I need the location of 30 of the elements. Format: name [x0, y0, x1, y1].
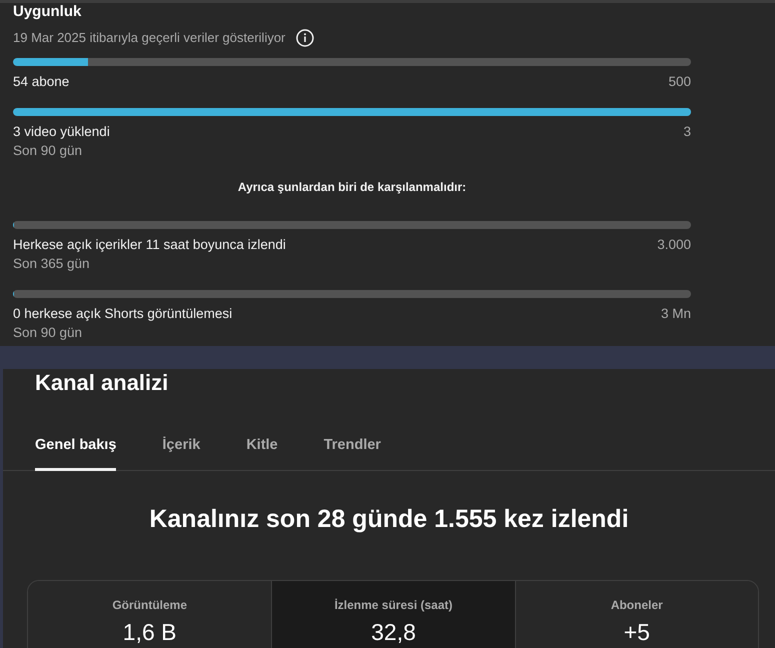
metric-value: 1,6 B	[122, 619, 177, 645]
requirement-label: Herkese açık içerikler 11 saat boyunca izlendi	[13, 236, 286, 254]
data-date-note: 19 Mar 2025 itibarıyla geçerli veriler gösteriliyor	[13, 29, 286, 47]
requirement-target: 3.000	[657, 236, 691, 254]
requirement-note: Ayrıca şunlardan biri de karşılanmalıdır:	[236, 179, 468, 195]
period-label: Son 90 gün	[13, 324, 84, 342]
requirement-target: 3	[683, 123, 691, 141]
period-label: Son 365 gün	[13, 255, 91, 273]
metric-tab[interactable]: İzlenme süresi (saat) 32,8	[271, 581, 515, 648]
tab[interactable]: İçerik	[162, 436, 200, 471]
page-title: Kanal analizi	[35, 370, 170, 396]
metric-value: +5	[624, 619, 650, 645]
metric-label: İzlenme süresi (saat)	[334, 597, 453, 613]
requirement-target: 500	[668, 73, 691, 91]
metric-value: 32,8	[371, 619, 416, 645]
period-label: Son 90 gün	[13, 142, 84, 160]
requirement-label: 0 herkese açık Shorts görüntülemesi	[13, 305, 232, 323]
requirement-label: 54 abone	[13, 73, 70, 91]
metric-tab[interactable]: Aboneler +5	[514, 581, 758, 648]
tab[interactable]: Kitle	[246, 436, 278, 471]
requirement-label: 3 video yüklendi	[13, 123, 110, 141]
headline: Kanalınız son 28 günde 1.555 kez izlendi	[148, 504, 630, 535]
metric-label: Görüntüleme	[112, 597, 187, 613]
metric-tab[interactable]: Görüntüleme 1,6 B	[28, 581, 272, 648]
info-icon[interactable]	[296, 29, 314, 47]
tab[interactable]: Trendler	[324, 436, 381, 471]
metric-label: Aboneler	[610, 597, 663, 613]
tab[interactable]: Genel bakış	[35, 436, 116, 471]
requirement-target: 3 Mn	[660, 305, 691, 323]
section-title: Uygunluk	[13, 3, 82, 20]
